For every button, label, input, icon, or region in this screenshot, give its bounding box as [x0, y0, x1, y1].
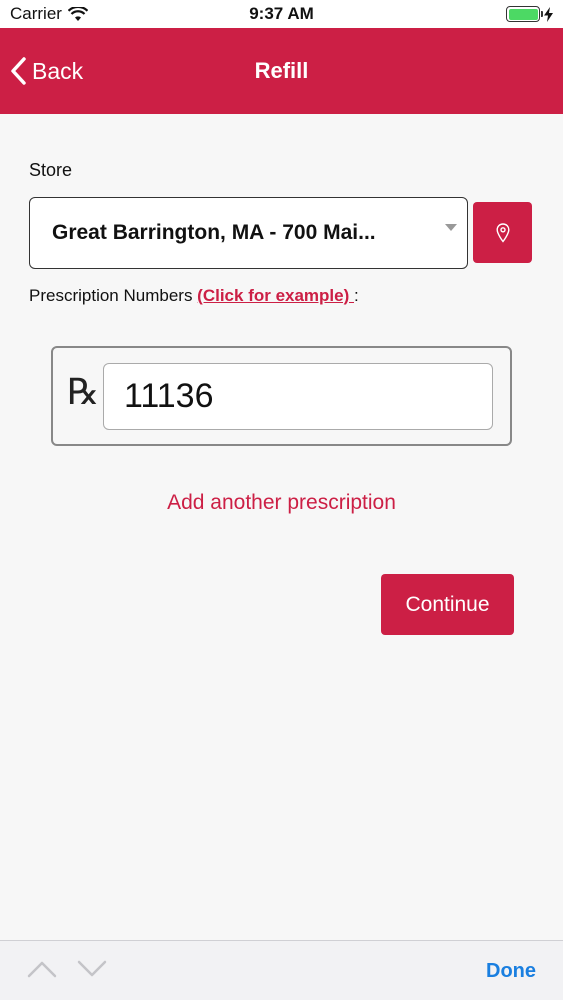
prescription-label: Prescription Numbers (Click for example)… — [29, 286, 359, 306]
page-title: Refill — [254, 58, 309, 83]
status-bar: Carrier 9:37 AM — [0, 0, 563, 28]
prescription-label-text: Prescription Numbers — [29, 286, 198, 305]
done-button[interactable]: Done — [486, 941, 536, 1000]
locate-store-button[interactable] — [473, 202, 532, 263]
continue-button[interactable]: Continue — [381, 574, 514, 635]
rx-symbol-icon: ℞ — [67, 372, 100, 413]
carrier-label: Carrier — [10, 4, 62, 23]
store-selected-value: Great Barrington, MA - 700 Mai... — [52, 221, 376, 244]
battery-fill — [508, 8, 538, 20]
store-select[interactable]: Great Barrington, MA - 700 Mai... — [29, 197, 468, 269]
back-button[interactable]: Back — [10, 28, 83, 114]
battery-icon — [506, 6, 543, 22]
nav-bar: Back Refill — [0, 28, 563, 114]
status-right — [506, 6, 553, 22]
prescription-number-input[interactable] — [103, 363, 493, 430]
dropdown-arrow-icon — [445, 224, 457, 231]
store-label: Store — [29, 160, 73, 180]
charging-bolt-icon — [544, 6, 553, 22]
chevron-down-icon[interactable] — [77, 959, 107, 979]
add-another-prescription-link[interactable]: Add another prescription — [0, 491, 563, 515]
map-pin-icon — [495, 222, 510, 243]
chevron-left-icon — [11, 57, 26, 85]
prescription-label-suffix: : — [354, 286, 359, 305]
click-for-example-link[interactable]: (Click for example) — [197, 286, 354, 305]
chevron-up-icon[interactable] — [27, 959, 57, 979]
wifi-icon — [67, 6, 88, 21]
status-left: Carrier — [10, 4, 88, 24]
keyboard-toolbar: Done — [0, 940, 563, 1000]
back-label: Back — [32, 57, 84, 84]
prescription-entry-box: ℞ — [51, 346, 512, 446]
